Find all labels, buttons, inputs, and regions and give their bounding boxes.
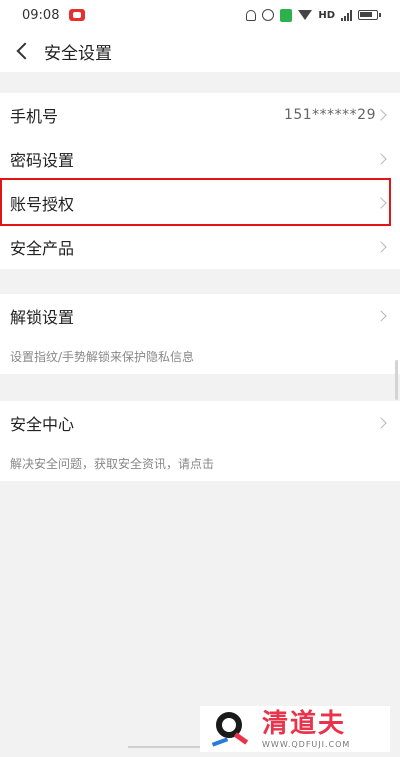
app-header: 安全设置 (0, 30, 400, 72)
page-title: 安全设置 (44, 43, 112, 64)
row-security-center-label: 安全中心 (10, 415, 75, 434)
row-password[interactable]: 密码设置 (0, 137, 400, 181)
unlock-settings-group: 解锁设置 设置指纹/手势解锁来保护隐私信息 (0, 294, 400, 374)
row-phone[interactable]: 手机号 151******29 (0, 93, 400, 137)
row-unlock-settings[interactable]: 解锁设置 (0, 294, 400, 338)
chevron-right-icon (375, 417, 387, 429)
network-type: HD (318, 9, 335, 21)
status-icons: HD (246, 8, 381, 22)
unlock-settings-hint: 设置指纹/手势解锁来保护隐私信息 (10, 349, 195, 364)
chevron-right-icon (375, 109, 387, 121)
phone-number-value: 151******29 (283, 107, 376, 123)
row-phone-label: 手机号 (10, 107, 59, 126)
watermark-brand: 清道夫 (262, 708, 347, 739)
account-settings-group: 手机号 151******29 密码设置 账号授权 安全产品 (0, 93, 400, 269)
row-unlock-settings-label: 解锁设置 (10, 308, 75, 327)
row-security-products-label: 安全产品 (10, 239, 75, 258)
chevron-right-icon (375, 241, 387, 253)
row-password-label: 密码设置 (10, 151, 75, 170)
row-account-authorization[interactable]: 账号授权 (0, 181, 400, 225)
security-center-hint: 解决安全问题，获取安全资讯，请点击 (10, 456, 215, 471)
notification-icon (69, 9, 86, 21)
chevron-right-icon (375, 310, 387, 322)
status-bar: 09:08 HD (0, 0, 400, 30)
watermark-logo-icon (211, 710, 250, 748)
bell-icon (246, 9, 257, 21)
app-status-icon (280, 8, 293, 22)
watermark: 清道夫 WWW.QDFUJI.COM (200, 706, 390, 752)
scrollbar (395, 360, 398, 400)
row-account-authorization-label: 账号授权 (10, 195, 75, 214)
chevron-right-icon (375, 153, 387, 165)
watermark-url: WWW.QDFUJI.COM (262, 739, 351, 749)
back-button[interactable] (2, 30, 42, 72)
battery-icon (358, 10, 381, 20)
row-security-products[interactable]: 安全产品 (0, 225, 400, 269)
chevron-right-icon (375, 197, 387, 209)
chevron-left-icon (16, 42, 34, 60)
security-center-group: 安全中心 解决安全问题，获取安全资讯，请点击 (0, 401, 400, 481)
watermark-text: 清道夫 WWW.QDFUJI.COM (262, 710, 350, 749)
signal-icon (341, 9, 352, 21)
row-security-center[interactable]: 安全中心 (0, 401, 400, 445)
status-time: 09:08 (22, 7, 60, 23)
wifi-icon (298, 10, 313, 20)
alarm-icon (262, 9, 275, 21)
